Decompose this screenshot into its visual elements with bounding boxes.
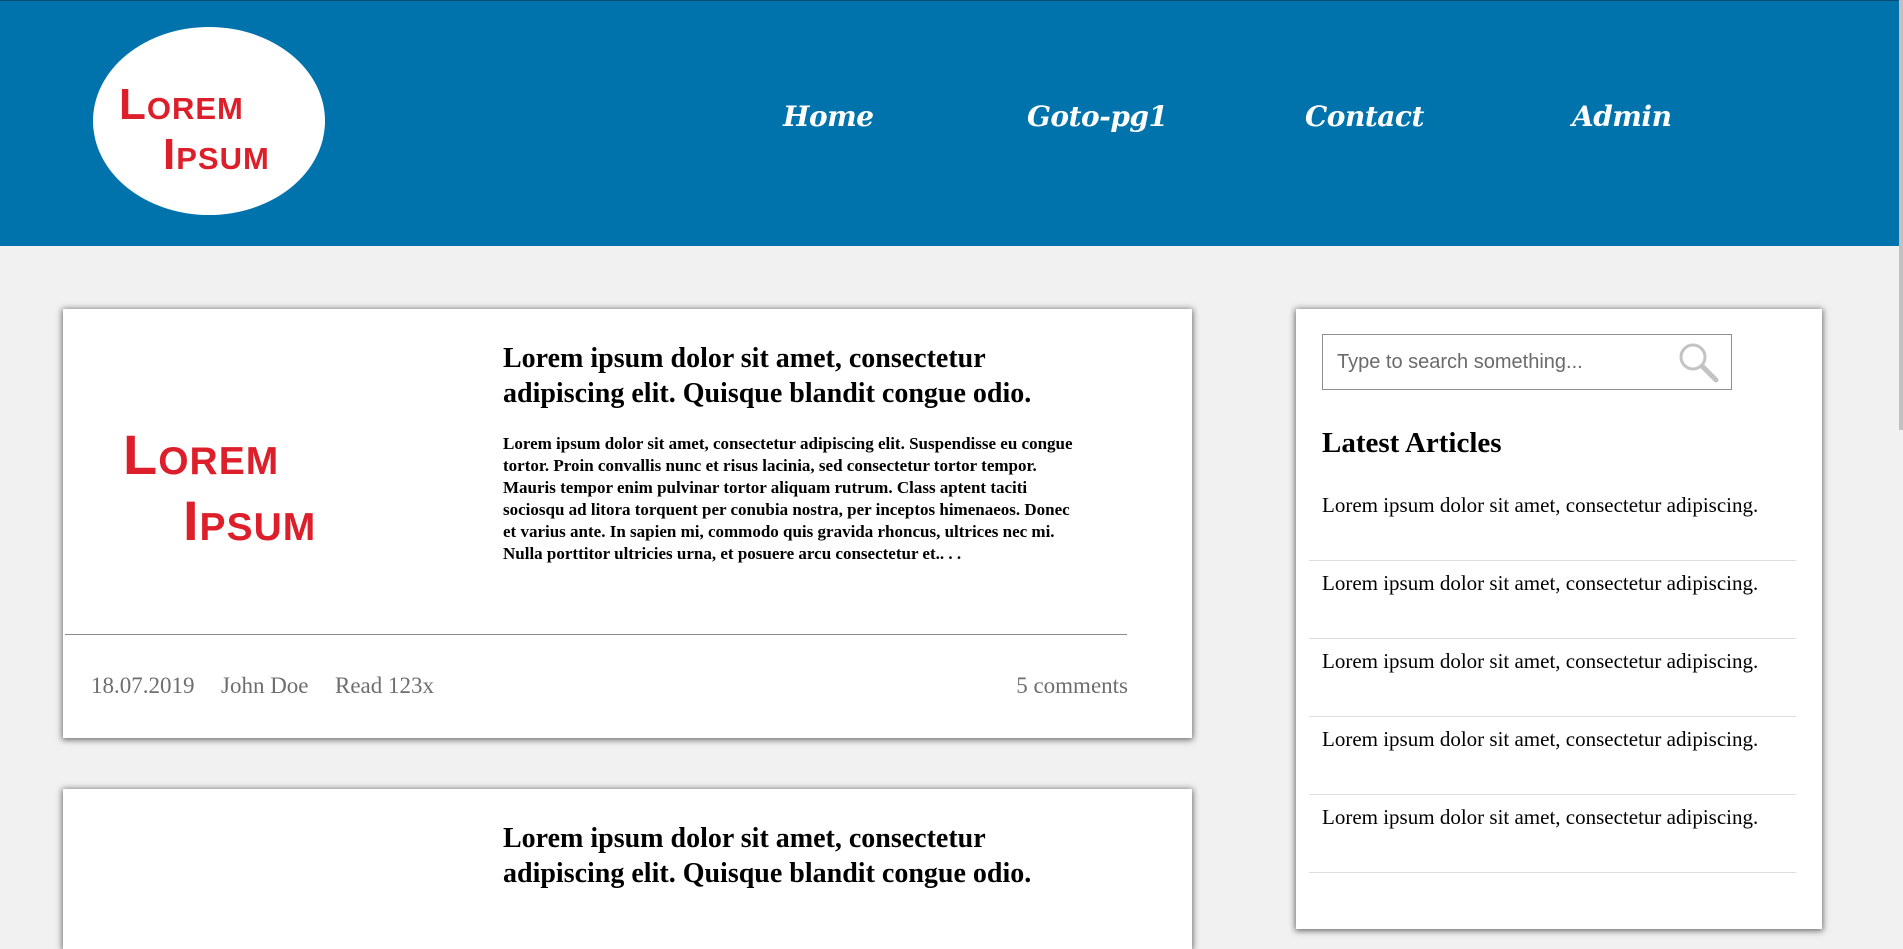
post-card: Lorem ipsum dolor sit amet, consectetur … <box>63 789 1192 949</box>
latest-article-item[interactable]: Lorem ipsum dolor sit amet, consectetur … <box>1309 796 1796 873</box>
search-box <box>1322 334 1732 390</box>
post-title[interactable]: Lorem ipsum dolor sit amet, consectetur … <box>503 341 1103 411</box>
site-header: Lorem Ipsum Home Goto-pg1 Contact Admin <box>0 0 1899 246</box>
post-author: John Doe <box>221 673 309 698</box>
logo-line-1: Lorem <box>119 80 244 129</box>
latest-articles-heading: Latest Articles <box>1322 427 1502 459</box>
post-date: 18.07.2019 <box>91 673 195 698</box>
scrollbar-track[interactable] <box>1899 0 1903 898</box>
post-excerpt: Lorem ipsum dolor sit amet, consectetur … <box>503 434 1073 563</box>
scrollbar-thumb[interactable] <box>1899 0 1903 430</box>
post-read-count: Read 123x <box>335 673 435 698</box>
latest-articles-list: Lorem ipsum dolor sit amet, consectetur … <box>1309 484 1796 874</box>
nav-contact[interactable]: Contact <box>1305 97 1424 137</box>
post-logo-line-1: Lorem <box>123 423 280 486</box>
post-divider <box>65 634 1127 635</box>
search-input[interactable] <box>1323 335 1673 389</box>
post-logo-line-2: Ipsum <box>183 489 317 552</box>
nav-home[interactable]: Home <box>783 97 874 137</box>
latest-article-item[interactable]: Lorem ipsum dolor sit amet, consectetur … <box>1309 562 1796 639</box>
nav-admin[interactable]: Admin <box>1572 97 1672 137</box>
post-comments-link[interactable]: 5 comments <box>1016 671 1128 701</box>
latest-article-item[interactable]: Lorem ipsum dolor sit amet, consectetur … <box>1309 640 1796 717</box>
latest-article-item[interactable]: Lorem ipsum dolor sit amet, consectetur … <box>1309 718 1796 795</box>
sidebar: Latest Articles Lorem ipsum dolor sit am… <box>1296 309 1822 929</box>
site-logo[interactable]: Lorem Ipsum <box>93 27 325 215</box>
post-card: Lorem Ipsum Lorem ipsum dolor sit amet, … <box>63 309 1192 738</box>
magnifier-icon[interactable] <box>1675 341 1721 385</box>
latest-article-item[interactable]: Lorem ipsum dolor sit amet, consectetur … <box>1309 484 1796 561</box>
post-title[interactable]: Lorem ipsum dolor sit amet, consectetur … <box>503 821 1103 891</box>
logo-line-2: Ipsum <box>163 130 270 179</box>
nav-goto-pg1[interactable]: Goto-pg1 <box>1027 97 1168 137</box>
